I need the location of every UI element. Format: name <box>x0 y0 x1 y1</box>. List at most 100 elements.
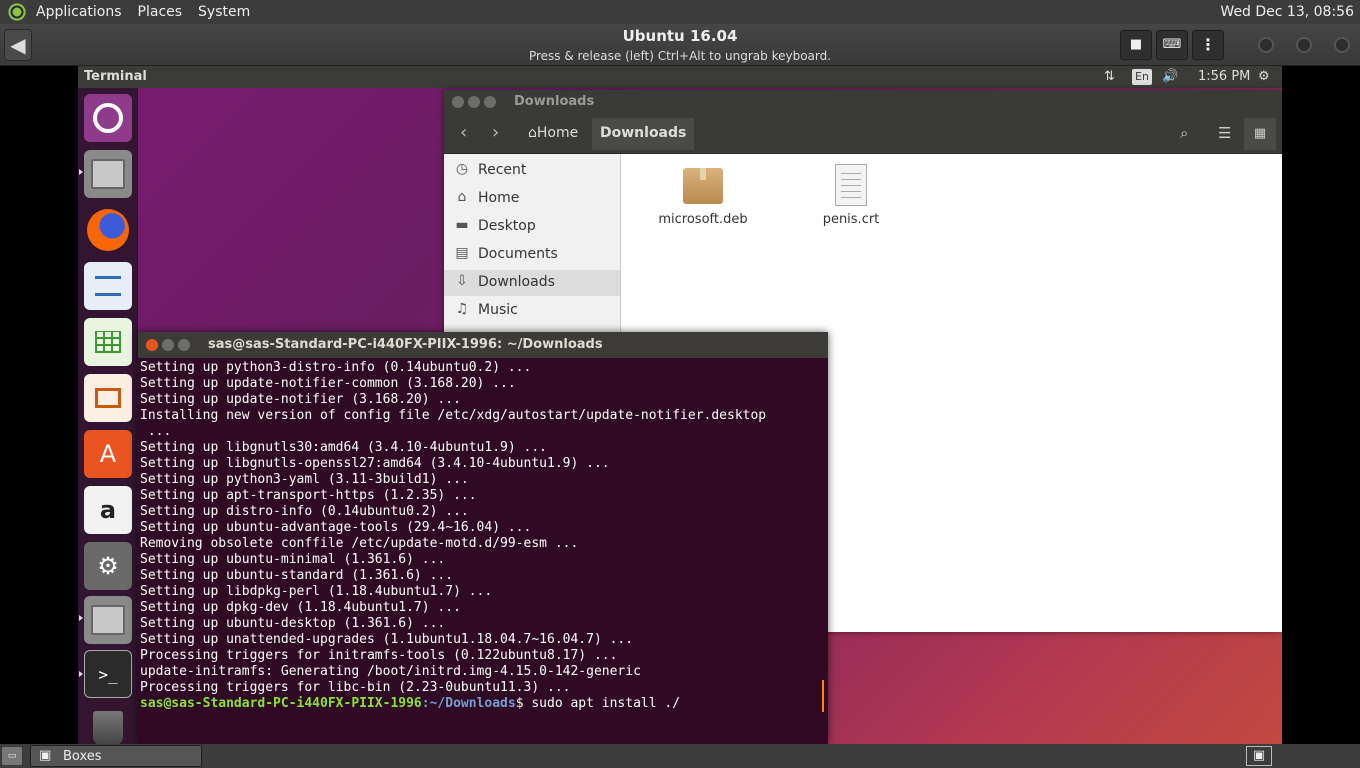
close-icon <box>146 339 158 351</box>
boxes-icon: ▣ <box>39 748 52 763</box>
prompt-command: $ sudo apt install ./ <box>515 696 681 711</box>
active-app-title: Terminal <box>84 69 147 84</box>
terminal-window[interactable]: sas@sas-Standard-PC-i440FX-PIIX-1996: ~/… <box>138 332 828 744</box>
taskbar-item-boxes[interactable]: ▣ Boxes <box>30 745 202 767</box>
documents-icon: ▤ <box>455 245 469 261</box>
home-icon: ⌂ <box>457 189 467 205</box>
workspace-switcher-icon[interactable]: ▣ <box>1246 746 1272 766</box>
prompt-path: :~/Downloads <box>421 696 516 711</box>
settings-icon[interactable]: ⚙ <box>1258 69 1270 84</box>
amazon-icon[interactable]: a <box>84 486 132 534</box>
terminal-line: ... <box>140 424 172 439</box>
terminal-line: Installing new version of config file /e… <box>140 408 767 423</box>
terminal-line: Setting up ubuntu-minimal (1.361.6) ... <box>140 552 446 567</box>
terminal-line: Setting up libgnutls30:amd64 (3.4.10-4ub… <box>140 440 547 455</box>
libreoffice-calc-icon[interactable] <box>84 318 132 366</box>
files-launcher-icon-2[interactable] <box>84 596 132 644</box>
file-item-microsoft-deb[interactable]: microsoft.deb <box>648 168 758 227</box>
package-icon <box>683 168 723 204</box>
keyboard-button[interactable]: ⌨ <box>1156 30 1188 60</box>
stop-button[interactable]: ■ <box>1120 30 1152 60</box>
trash-icon[interactable] <box>84 704 132 744</box>
terminal-prompt-line[interactable]: sas@sas-Standard-PC-i440FX-PIIX-1996:~/D… <box>140 696 826 712</box>
host-clock[interactable]: Wed Dec 13, 08:56 <box>1220 0 1354 24</box>
menu-button[interactable]: ⋮ <box>1192 30 1224 60</box>
gnome-logo-icon[interactable] <box>6 3 28 21</box>
boxes-header-bar: ◀ Ubuntu 16.04 Press & release (left) Ct… <box>0 24 1360 66</box>
terminal-launcher-icon[interactable]: >_ <box>84 650 132 698</box>
terminal-line: Setting up update-notifier (3.168.20) ..… <box>140 392 461 407</box>
terminal-line: Setting up libgnutls-openssl27:amd64 (3.… <box>140 456 610 471</box>
software-center-icon[interactable]: A <box>84 430 132 478</box>
terminal-line: Setting up dpkg-dev (1.18.4ubuntu1.7) ..… <box>140 600 461 615</box>
menu-applications[interactable]: Applications <box>28 0 130 24</box>
nav-back-icon[interactable]: ‹ <box>460 122 467 143</box>
terminal-line: Processing triggers for initramfs-tools … <box>140 648 618 663</box>
breadcrumb-downloads[interactable]: Downloads <box>592 118 695 150</box>
minimize-window-button[interactable] <box>1258 37 1274 53</box>
libreoffice-impress-icon[interactable] <box>84 374 132 422</box>
terminal-line: Setting up apt-transport-https (1.2.35) … <box>140 488 477 503</box>
host-top-panel: Applications Places System Wed Dec 13, 0… <box>0 0 1360 24</box>
libreoffice-writer-icon[interactable] <box>84 262 132 310</box>
files-window-controls[interactable] <box>452 96 500 112</box>
terminal-line: Setting up python3-yaml (3.11-3build1) .… <box>140 472 469 487</box>
terminal-line: Removing obsolete conffile /etc/update-m… <box>140 536 579 551</box>
menu-system[interactable]: System <box>190 0 258 24</box>
terminal-line: Setting up libdpkg-perl (1.18.4ubuntu1.7… <box>140 584 493 599</box>
file-name: microsoft.deb <box>658 212 748 227</box>
host-bottom-panel: ▭ ▣ Boxes ▣ <box>0 744 1360 768</box>
sidebar-item-documents[interactable]: ▤ Documents <box>444 242 620 268</box>
keyboard-layout-indicator[interactable]: En <box>1132 69 1152 85</box>
terminal-line: Setting up ubuntu-desktop (1.361.6) ... <box>140 616 446 631</box>
file-name: penis.crt <box>822 212 880 227</box>
unity-launcher: A a ⚙ >_ <box>78 88 138 744</box>
terminal-line: Setting up python3-distro-info (0.14ubun… <box>140 360 532 375</box>
close-window-button[interactable] <box>1334 37 1350 53</box>
sidebar-item-music[interactable]: ♫ Music <box>444 298 620 324</box>
dash-home-icon[interactable] <box>84 94 132 142</box>
files-toolbar: ‹ › ⌂Home Downloads ⌕ ☰ ▦ <box>444 114 1282 154</box>
files-launcher-icon[interactable] <box>84 150 132 198</box>
terminal-titlebar[interactable]: sas@sas-Standard-PC-i440FX-PIIX-1996: ~/… <box>138 332 828 358</box>
files-window-title: Downloads <box>514 94 595 109</box>
menu-places[interactable]: Places <box>130 0 191 24</box>
terminal-output[interactable]: Setting up python3-distro-info (0.14ubun… <box>140 360 826 744</box>
files-titlebar[interactable]: Downloads <box>444 90 1282 114</box>
guest-top-panel: Terminal ⇅ En 🔊 1:56 PM ⚙ <box>78 66 1282 88</box>
recent-icon: ◷ <box>455 161 469 177</box>
document-icon <box>835 164 867 206</box>
search-icon[interactable]: ⌕ <box>1180 124 1188 142</box>
terminal-scroll-indicator <box>822 680 824 712</box>
sidebar-item-desktop[interactable]: ▬ Desktop <box>444 214 620 240</box>
prompt-user: sas@sas-Standard-PC-i440FX-PIIX-1996 <box>140 696 422 711</box>
sidebar-item-downloads[interactable]: ⇩ Downloads <box>444 270 620 296</box>
show-desktop-button[interactable]: ▭ <box>2 747 22 765</box>
list-view-icon[interactable]: ☰ <box>1218 124 1231 142</box>
terminal-line: Setting up unattended-upgrades (1.1ubunt… <box>140 632 634 647</box>
network-icon[interactable]: ⇅ <box>1104 69 1115 84</box>
guest-display[interactable]: Terminal ⇅ En 🔊 1:56 PM ⚙ A a ⚙ >_ Downl… <box>78 66 1282 744</box>
terminal-line: Setting up distro-info (0.14ubuntu0.2) .… <box>140 504 469 519</box>
downloads-icon: ⇩ <box>456 273 468 289</box>
terminal-window-controls[interactable] <box>146 339 194 355</box>
terminal-line: update-initramfs: Generating /boot/initr… <box>140 664 641 679</box>
sidebar-item-home[interactable]: ⌂ Home <box>444 186 620 212</box>
system-settings-icon[interactable]: ⚙ <box>84 542 132 590</box>
terminal-line: Setting up ubuntu-standard (1.361.6) ... <box>140 568 454 583</box>
sidebar-item-recent[interactable]: ◷ Recent <box>444 158 620 184</box>
desktop-icon: ▬ <box>455 217 469 233</box>
nav-forward-icon[interactable]: › <box>492 122 499 143</box>
terminal-line: Setting up ubuntu-advantage-tools (29.4~… <box>140 520 532 535</box>
terminal-line: Setting up update-notifier-common (3.168… <box>140 376 516 391</box>
volume-icon[interactable]: 🔊 <box>1162 69 1178 84</box>
file-item-penis-crt[interactable]: penis.crt <box>796 164 906 227</box>
firefox-icon[interactable] <box>84 206 132 254</box>
breadcrumb-home[interactable]: ⌂Home <box>528 125 578 141</box>
maximize-window-button[interactable] <box>1296 37 1312 53</box>
terminal-line: Processing triggers for libc-bin (2.23-0… <box>140 680 571 695</box>
grid-view-icon[interactable]: ▦ <box>1244 118 1276 150</box>
guest-clock[interactable]: 1:56 PM <box>1198 69 1250 84</box>
music-icon: ♫ <box>455 301 469 317</box>
terminal-title: sas@sas-Standard-PC-i440FX-PIIX-1996: ~/… <box>208 337 603 352</box>
